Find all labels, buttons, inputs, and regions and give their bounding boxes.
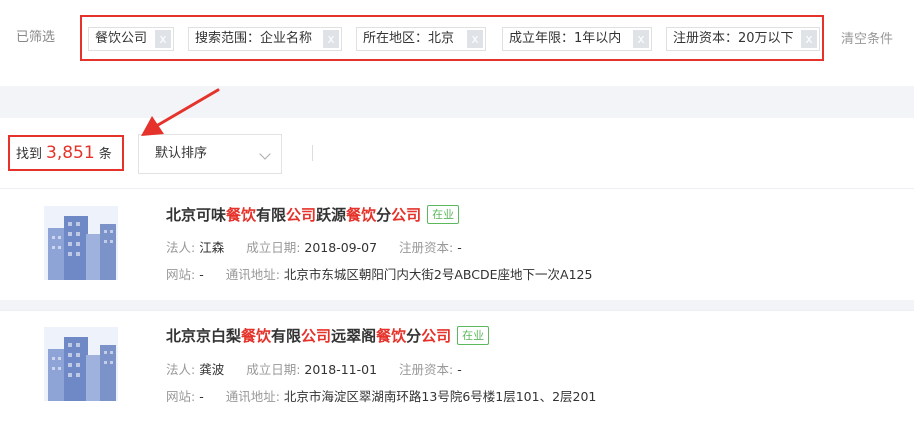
filter-chip-text: 所在地区：北京 [363, 31, 455, 46]
name-highlight: 餐饮 [241, 327, 272, 345]
close-icon[interactable]: x [155, 30, 171, 48]
address-value: 北京市海淀区翠湖南环路13号院6号楼1层101、2层201 [283, 389, 597, 404]
close-icon[interactable]: x [467, 30, 483, 48]
name-part: 分 [376, 206, 392, 224]
filter-chip-text: 餐饮公司 [95, 31, 148, 46]
name-highlight: 餐饮 [376, 327, 407, 345]
filter-chip-text: 搜索范围：企业名称 [195, 31, 313, 46]
filter-chip-text: 注册资本：20万以下 [673, 31, 794, 46]
section-divider [0, 86, 914, 118]
name-part: 跃源 [316, 206, 347, 224]
site-value: - [199, 389, 204, 404]
name-highlight: 公司 [286, 206, 317, 224]
name-part: 有限 [256, 206, 287, 224]
company-contact-row: 网站: - 通讯地址: 北京市海淀区翠湖南环路13号院6号楼1层101、2层20… [166, 386, 596, 405]
company-contact-row: 网站: - 通讯地址: 北京市东城区朝阳门内大街2号ABCDE座地下一次A125 [166, 264, 592, 283]
site-value: - [199, 267, 204, 282]
site-label: 网站: [166, 389, 196, 404]
name-part: 有限 [271, 327, 302, 345]
divider [312, 145, 313, 161]
result-count-highlight: 找到 3,851 条 [8, 135, 124, 171]
filter-chip-text: 成立年限：1年以内 [509, 31, 622, 46]
sort-label: 默认排序 [155, 146, 208, 161]
name-part: 北京京白梨 [166, 327, 242, 345]
name-part: 远翠阁 [331, 327, 377, 345]
filter-chip-capital: 注册资本：20万以下 x [666, 27, 820, 51]
capital-value: - [457, 362, 462, 377]
company-card: 北京京白梨餐饮有限公司远翠阁餐饮分公司 在业 法人: 龚波 成立日期: 2018-… [0, 310, 914, 435]
name-highlight: 餐饮 [226, 206, 257, 224]
capital-label: 注册资本: [399, 362, 454, 377]
filter-label: 已筛选 [16, 30, 56, 45]
legal-label: 法人: [166, 362, 196, 377]
result-count: 3,851 [46, 143, 95, 163]
site-label: 网站: [166, 267, 196, 282]
card-divider [0, 300, 914, 310]
filter-chip-keyword: 餐饮公司 x [88, 27, 174, 51]
address-label: 通讯地址: [225, 267, 280, 282]
company-name-link[interactable]: 北京京白梨餐饮有限公司远翠阁餐饮分公司 在业 [166, 325, 490, 346]
address-label: 通讯地址: [225, 389, 280, 404]
close-icon[interactable]: x [633, 30, 649, 48]
company-info-row: 法人: 江森 成立日期: 2018-09-07 注册资本: - [166, 237, 480, 256]
date-label: 成立日期: [246, 362, 301, 377]
sort-dropdown[interactable]: 默认排序 [138, 134, 282, 174]
close-icon[interactable]: x [801, 30, 817, 48]
filter-chip-scope: 搜索范围：企业名称 x [188, 27, 342, 51]
result-prefix: 找到 [16, 147, 43, 162]
date-value: 2018-09-07 [304, 240, 378, 255]
status-badge: 在业 [427, 205, 460, 224]
date-value: 2018-11-01 [304, 362, 378, 377]
capital-label: 注册资本: [399, 240, 454, 255]
filter-chip-region: 所在地区：北京 x [356, 27, 486, 51]
result-suffix: 条 [98, 147, 112, 162]
filter-bar: 已筛选 餐饮公司 x 搜索范围：企业名称 x 所在地区：北京 x 成立年限：1年… [0, 0, 914, 86]
chevron-down-icon [259, 148, 271, 160]
address-value: 北京市东城区朝阳门内大街2号ABCDE座地下一次A125 [283, 267, 593, 282]
legal-label: 法人: [166, 240, 196, 255]
building-icon [44, 327, 118, 401]
name-highlight: 餐饮 [346, 206, 377, 224]
name-highlight: 公司 [301, 327, 332, 345]
company-card: 北京可味餐饮有限公司跃源餐饮分公司 在业 法人: 江森 成立日期: 2018-09… [0, 188, 914, 300]
result-bar: 找到 3,851 条 默认排序 [0, 118, 914, 188]
clear-filters-button[interactable]: 清空条件 [841, 28, 893, 47]
capital-value: - [457, 240, 462, 255]
close-icon[interactable]: x [323, 30, 339, 48]
date-label: 成立日期: [246, 240, 301, 255]
status-badge: 在业 [457, 326, 490, 345]
name-highlight: 公司 [421, 327, 452, 345]
company-name-link[interactable]: 北京可味餐饮有限公司跃源餐饮分公司 在业 [166, 204, 460, 225]
filter-chip-age: 成立年限：1年以内 x [502, 27, 652, 51]
name-highlight: 公司 [391, 206, 422, 224]
name-part: 北京可味 [166, 206, 227, 224]
legal-value: 龚波 [199, 362, 225, 377]
legal-value: 江森 [199, 240, 225, 255]
active-filters-highlight: 餐饮公司 x 搜索范围：企业名称 x 所在地区：北京 x 成立年限：1年以内 x… [80, 15, 824, 61]
name-part: 分 [406, 327, 422, 345]
building-icon [44, 206, 118, 280]
company-info-row: 法人: 龚波 成立日期: 2018-11-01 注册资本: - [166, 359, 480, 378]
